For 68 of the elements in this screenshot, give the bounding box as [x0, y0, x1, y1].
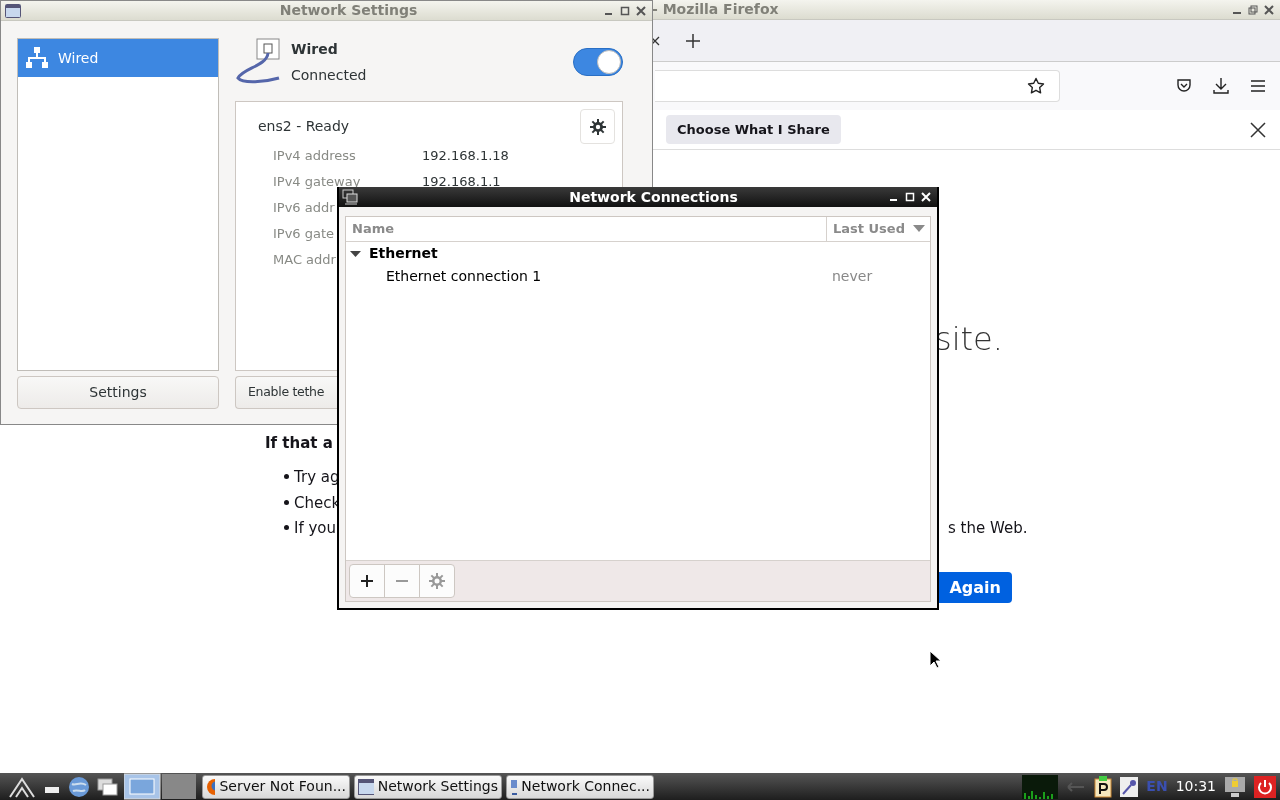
sort-caret-icon	[912, 225, 925, 233]
gear-icon	[429, 573, 445, 589]
window-title: Network Settings	[278, 1, 418, 20]
clipboard-icon[interactable]	[1094, 775, 1113, 798]
list-item-text: Check	[294, 492, 341, 514]
lock-screen-icon[interactable]	[1224, 775, 1246, 798]
download-icon[interactable]	[1212, 77, 1230, 95]
network-icon	[26, 47, 48, 69]
bullet-icon	[284, 525, 289, 530]
launcher-icon[interactable]	[8, 775, 36, 798]
taskbar-button[interactable]: Network Settings	[354, 774, 502, 799]
connection-name[interactable]: Ethernet connection 1	[346, 266, 827, 287]
maximize-icon[interactable]	[620, 5, 630, 16]
subheading: If that a	[265, 433, 333, 454]
group-label[interactable]: Ethernet	[369, 243, 438, 264]
menu-icon[interactable]	[1250, 79, 1266, 93]
browser-icon	[206, 777, 216, 796]
last-used-text: never	[831, 267, 873, 286]
choose-what-i-share-button[interactable]: Choose What I Share	[666, 114, 841, 145]
taskbar-button[interactable]: Server Not Foun...	[202, 774, 350, 799]
field-label: MAC addr	[273, 252, 336, 268]
field-value: 192.168.1.18	[422, 147, 509, 166]
settings-button[interactable]: Settings	[17, 376, 219, 409]
field-value: 192.168.1.1	[422, 173, 501, 192]
connection-title: ens2 - Ready	[258, 117, 350, 136]
windows-icon[interactable]	[96, 776, 120, 797]
cursor-icon	[929, 650, 941, 669]
bullet-icon	[284, 499, 289, 505]
window-title: Network Connections	[568, 187, 738, 207]
enable-tethering-button[interactable]: Enable tethe	[235, 376, 338, 409]
restore-icon[interactable]	[1248, 4, 1258, 15]
device-name: Wired	[291, 40, 339, 59]
add-button[interactable]	[349, 564, 385, 598]
close-icon[interactable]	[1264, 4, 1274, 15]
field-label: IPv4 gateway	[273, 174, 361, 190]
key-icon[interactable]	[1120, 776, 1139, 797]
desktop-pager-icon[interactable]	[124, 773, 196, 800]
close-icon[interactable]	[636, 5, 646, 16]
window-icon	[358, 778, 374, 795]
bullet-icon	[284, 474, 289, 479]
power-icon[interactable]	[1254, 775, 1276, 798]
sidebar-item[interactable]: Wired	[18, 39, 218, 77]
settings-button[interactable]	[580, 109, 615, 144]
network-arrows-icon	[1066, 779, 1087, 794]
field-label: IPv4 address	[273, 148, 356, 164]
try-again-button[interactable]: Again	[938, 572, 1012, 603]
close-icon[interactable]	[1250, 121, 1266, 138]
window-icon	[5, 3, 21, 18]
clock[interactable]: 10:31	[1175, 776, 1216, 797]
field-label: IPv6 addr	[273, 200, 335, 216]
list-item-text: If you	[294, 518, 337, 539]
network-cable-icon	[235, 38, 281, 84]
taskbar-button[interactable]: Network Connec...	[506, 774, 654, 799]
field-label: IPv6 gate	[273, 226, 335, 242]
bookmark-star-icon[interactable]	[1027, 77, 1045, 95]
list-item-text: s the Web.	[948, 518, 1028, 539]
cpu-graph-icon	[1022, 774, 1059, 799]
network-icon	[342, 189, 358, 205]
device-status: Connected	[291, 66, 367, 85]
heading-text: site.	[935, 319, 1003, 360]
gear-icon	[589, 118, 606, 135]
pocket-icon[interactable]	[1176, 78, 1192, 94]
window-title: - Mozilla Firefox	[652, 0, 779, 19]
globe-icon[interactable]	[68, 775, 90, 798]
toggle-switch[interactable]	[573, 48, 623, 76]
new-tab-icon[interactable]	[686, 33, 700, 48]
plus-icon	[361, 575, 373, 587]
network-icon	[510, 778, 518, 795]
